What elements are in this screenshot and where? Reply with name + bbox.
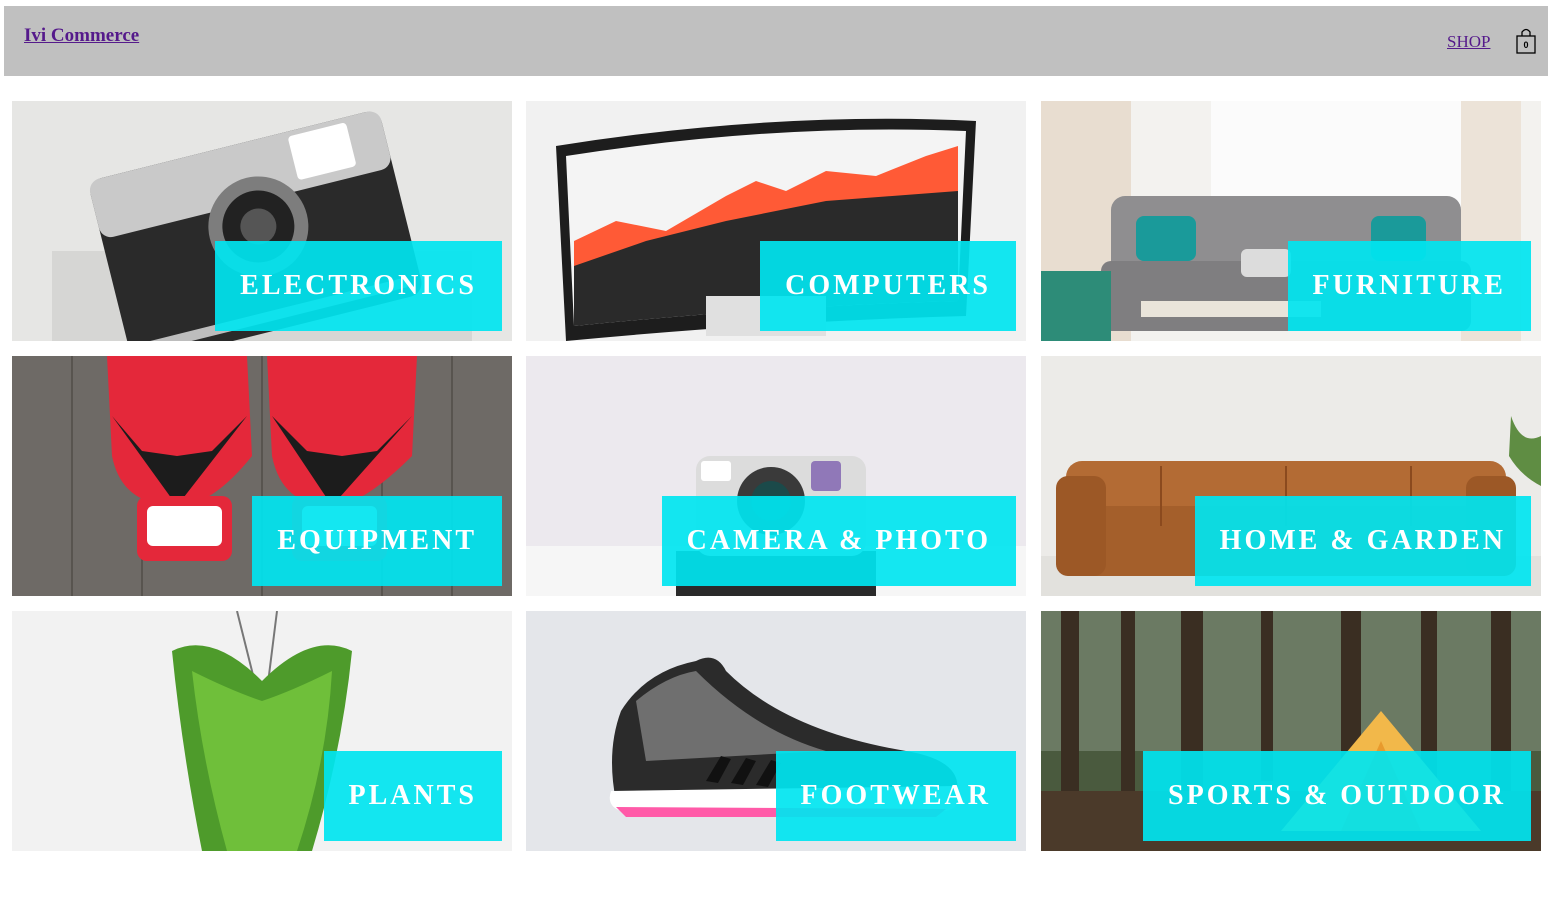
category-label-text: SPORTS & OUTDOOR (1168, 780, 1506, 811)
top-navbar: Ivi Commerce SHOP 0 (4, 6, 1548, 76)
category-label: SPORTS & OUTDOOR (1143, 751, 1531, 841)
category-label-text: HOME & GARDEN (1219, 525, 1506, 556)
category-tile-plants[interactable]: PLANTS (12, 611, 512, 851)
category-tile-equipment[interactable]: EQUIPMENT (12, 356, 512, 596)
shop-nav-link[interactable]: SHOP (1447, 32, 1490, 52)
category-label: EQUIPMENT (252, 496, 502, 586)
category-tile-computers[interactable]: COMPUTERS (526, 101, 1026, 341)
category-label-text: CAMERA & PHOTO (686, 525, 991, 556)
category-label-text: PLANTS (348, 780, 477, 811)
category-label-text: ELECTRONICS (240, 270, 477, 301)
category-label: ELECTRONICS (215, 241, 502, 331)
category-label-text: COMPUTERS (785, 270, 991, 301)
category-label-text: EQUIPMENT (277, 525, 477, 556)
category-label: COMPUTERS (760, 241, 1016, 331)
category-label: PLANTS (323, 751, 502, 841)
category-tile-home-garden[interactable]: HOME & GARDEN (1041, 356, 1541, 596)
category-tile-electronics[interactable]: ELECTRONICS (12, 101, 512, 341)
category-tile-footwear[interactable]: FOOTWEAR (526, 611, 1026, 851)
category-label-text: FOOTWEAR (800, 780, 991, 811)
category-label: CAMERA & PHOTO (661, 496, 1016, 586)
category-label: HOME & GARDEN (1194, 496, 1531, 586)
category-tile-furniture[interactable]: FURNITURE (1041, 101, 1541, 341)
category-tile-sports-outdoor[interactable]: SPORTS & OUTDOOR (1041, 611, 1541, 851)
cart-button[interactable]: 0 (1516, 28, 1536, 54)
cart-count-badge: 0 (1523, 40, 1529, 50)
category-tile-camera-photo[interactable]: CAMERA & PHOTO (526, 356, 1026, 596)
category-label: FURNITURE (1287, 241, 1531, 331)
category-label-text: FURNITURE (1312, 270, 1506, 301)
brand-logo-link[interactable]: Ivi Commerce (24, 25, 139, 47)
category-label: FOOTWEAR (775, 751, 1016, 841)
